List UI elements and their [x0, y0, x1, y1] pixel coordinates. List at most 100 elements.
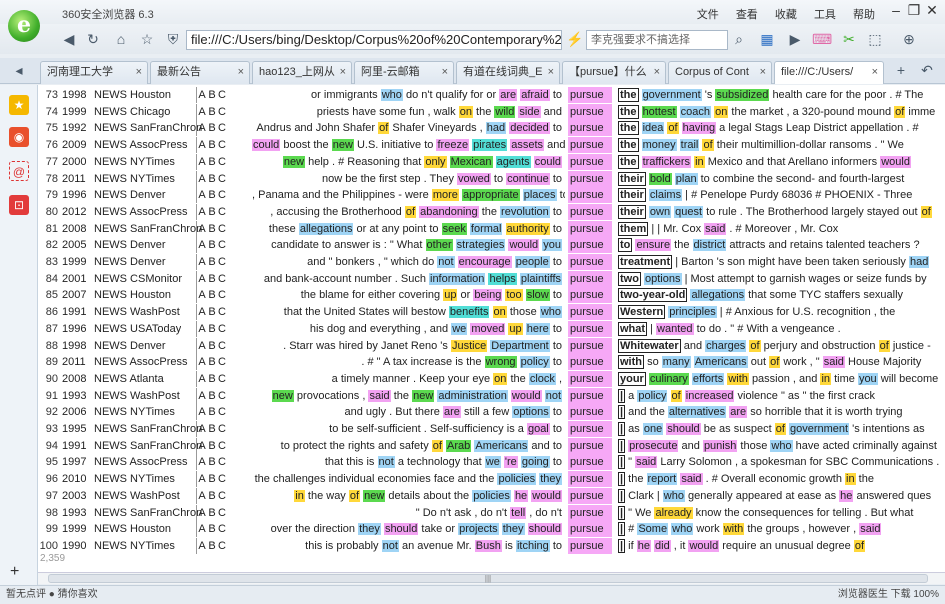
abc-link[interactable]: C — [217, 505, 227, 521]
abc-link[interactable]: A — [197, 137, 207, 153]
abc-link[interactable]: C — [217, 471, 227, 487]
abc-link[interactable]: A — [197, 120, 207, 136]
abc-link[interactable]: A — [197, 371, 207, 387]
abc-link[interactable]: A — [197, 521, 207, 537]
translate-icon[interactable]: ⌨ — [812, 30, 832, 48]
keyword[interactable]: pursue — [568, 521, 612, 538]
search-icon[interactable]: ⌕ — [730, 30, 748, 48]
tab-notices[interactable]: 最新公告 × — [150, 61, 250, 84]
abc-link[interactable]: C — [217, 187, 227, 203]
abc-link[interactable]: C — [217, 371, 227, 387]
keyword[interactable]: pursue — [568, 237, 612, 254]
abc-link[interactable]: A — [197, 221, 207, 237]
keyword[interactable]: pursue — [568, 370, 612, 387]
abc-link[interactable]: C — [217, 137, 227, 153]
add-icon[interactable]: + — [10, 563, 19, 581]
abc-link[interactable]: C — [217, 120, 227, 136]
abc-link[interactable]: A — [197, 304, 207, 320]
abc-link[interactable]: C — [217, 404, 227, 420]
screenshot-icon[interactable]: ✂ — [840, 30, 858, 48]
minimize-icon[interactable]: – — [887, 2, 905, 18]
tab-file-active[interactable]: file:///C:/Users/ × — [774, 61, 884, 84]
keyword[interactable]: pursue — [568, 404, 612, 421]
abc-link[interactable]: A — [197, 271, 207, 287]
abc-link[interactable]: C — [217, 104, 227, 120]
weibo-icon[interactable]: ◉ — [9, 127, 29, 147]
abc-link[interactable]: A — [197, 421, 207, 437]
keyword[interactable]: pursue — [568, 287, 612, 304]
abc-link[interactable]: A — [197, 438, 207, 454]
close-icon[interactable]: ✕ — [923, 2, 941, 19]
scroll-thumb[interactable]: ||| — [48, 574, 928, 583]
close-icon[interactable]: × — [442, 62, 448, 83]
keyword[interactable]: pursue — [568, 254, 612, 270]
abc-link[interactable]: A — [197, 237, 207, 253]
abc-link[interactable]: A — [197, 454, 207, 470]
maximize-icon[interactable]: ❐ — [905, 2, 923, 19]
abc-link[interactable]: C — [217, 204, 227, 220]
tab-hpu[interactable]: 河南理工大学 × — [40, 61, 148, 84]
sidebar-toggle-icon[interactable]: ◂ — [10, 61, 28, 79]
abc-link[interactable]: A — [197, 187, 207, 203]
abc-link[interactable]: B — [207, 304, 217, 320]
abc-link[interactable]: B — [207, 104, 217, 120]
abc-link[interactable]: C — [217, 171, 227, 187]
abc-link[interactable]: A — [197, 321, 207, 337]
shield-icon[interactable]: ⛨ — [164, 30, 182, 48]
abc-link[interactable]: B — [207, 538, 217, 554]
abc-link[interactable]: B — [207, 287, 217, 303]
abc-link[interactable]: B — [207, 120, 217, 136]
abc-link[interactable]: B — [207, 438, 217, 454]
abc-link[interactable]: A — [197, 171, 207, 187]
email-icon[interactable]: @ — [9, 161, 29, 181]
lightning-icon[interactable]: ⚡ — [566, 30, 584, 48]
close-icon[interactable]: × — [760, 62, 766, 83]
keyword[interactable]: pursue — [568, 437, 612, 454]
abc-link[interactable]: B — [207, 421, 217, 437]
keyword[interactable]: pursue — [568, 120, 612, 137]
keyword[interactable]: pursue — [568, 87, 612, 103]
menu-tools[interactable]: 工具 — [814, 9, 836, 21]
abc-link[interactable]: A — [197, 338, 207, 354]
menu-favorites[interactable]: 收藏 — [775, 9, 797, 21]
shopping-icon[interactable]: ⊡ — [9, 195, 29, 215]
abc-link[interactable]: B — [207, 187, 217, 203]
keyword[interactable]: pursue — [568, 387, 612, 404]
abc-link[interactable]: B — [207, 388, 217, 404]
abc-link[interactable]: C — [217, 488, 227, 504]
abc-link[interactable]: C — [217, 287, 227, 303]
abc-link[interactable]: C — [217, 538, 227, 554]
keyword[interactable]: pursue — [568, 153, 612, 170]
abc-link[interactable]: C — [217, 304, 227, 320]
back-icon[interactable]: ◀ — [60, 30, 78, 48]
keyword[interactable]: pursue — [568, 354, 612, 371]
tab-pursue[interactable]: 【pursue】什么 × — [562, 61, 666, 84]
abc-link[interactable]: C — [217, 521, 227, 537]
abc-link[interactable]: B — [207, 505, 217, 521]
abc-link[interactable]: A — [197, 254, 207, 270]
abc-link[interactable]: B — [207, 171, 217, 187]
close-icon[interactable]: × — [136, 62, 142, 83]
abc-link[interactable]: B — [207, 254, 217, 270]
abc-link[interactable]: A — [197, 388, 207, 404]
refresh-icon[interactable]: ↻ — [84, 30, 102, 48]
abc-link[interactable]: B — [207, 488, 217, 504]
abc-link[interactable]: C — [217, 454, 227, 470]
abc-link[interactable]: B — [207, 454, 217, 470]
abc-link[interactable]: B — [207, 521, 217, 537]
zoom-icon[interactable]: ⊕ — [900, 30, 918, 48]
abc-link[interactable]: A — [197, 354, 207, 370]
abc-link[interactable]: A — [197, 538, 207, 554]
tab-aliyun-mail[interactable]: 阿里-云邮箱 × — [354, 61, 454, 84]
media-icon[interactable]: ▶ — [786, 30, 804, 48]
abc-link[interactable]: B — [207, 471, 217, 487]
abc-link[interactable]: B — [207, 404, 217, 420]
tab-corpus[interactable]: Corpus of Cont × — [668, 61, 772, 84]
keyword[interactable]: pursue — [568, 421, 612, 437]
abc-link[interactable]: B — [207, 354, 217, 370]
menu-help[interactable]: 帮助 — [853, 9, 875, 21]
address-bar[interactable]: file:///C:/Users/bing/Desktop/Corpus%20o… — [186, 30, 562, 50]
keyword[interactable]: pursue — [568, 454, 612, 471]
abc-link[interactable]: A — [197, 488, 207, 504]
keyword[interactable]: pursue — [568, 220, 612, 237]
